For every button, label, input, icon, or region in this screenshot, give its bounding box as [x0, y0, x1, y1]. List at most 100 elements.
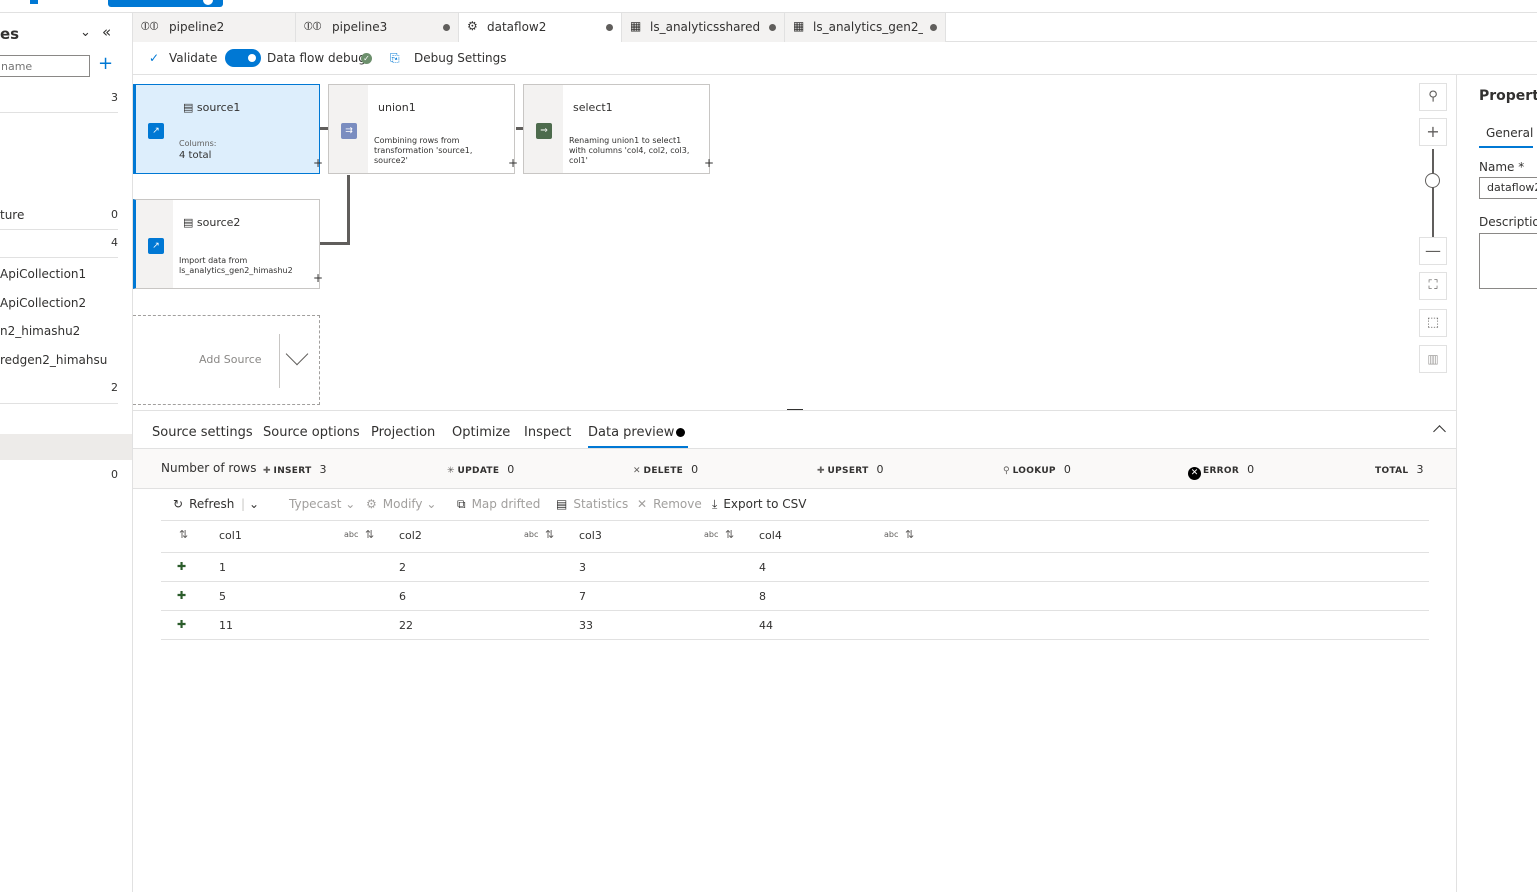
- add-transform-icon[interactable]: +: [508, 156, 518, 170]
- name-label: Name *: [1479, 160, 1525, 174]
- tab-source-options[interactable]: Source options: [263, 425, 360, 440]
- tab-general[interactable]: General: [1486, 126, 1533, 140]
- tab-linked-service-shared[interactable]: ▦ ls_analyticssharedg...: [622, 13, 785, 42]
- resource-group-row[interactable]: ture 0: [0, 208, 120, 230]
- add-source-box[interactable]: Add Source: [133, 315, 320, 405]
- insert-row-icon: ✚: [177, 618, 187, 631]
- tab-inspect[interactable]: Inspect: [524, 425, 571, 440]
- tab-optimize[interactable]: Optimize: [452, 425, 510, 440]
- zoom-slider-track[interactable]: [1432, 149, 1434, 239]
- tab-projection[interactable]: Projection: [371, 425, 435, 440]
- zoom-slider-handle[interactable]: [1425, 173, 1440, 188]
- download-icon: ⤓: [712, 497, 718, 511]
- search-icon[interactable]: ⚲: [1419, 83, 1447, 111]
- resource-group-row[interactable]: 0: [0, 468, 120, 490]
- name-field[interactable]: dataflow2: [1479, 177, 1537, 199]
- table-row: ✚ 5 6 7 8: [161, 582, 1429, 611]
- sort-icon[interactable]: ⇅: [725, 528, 734, 541]
- add-transform-icon[interactable]: +: [313, 156, 323, 170]
- connector: [320, 242, 350, 245]
- source2-handle[interactable]: ↗: [133, 199, 173, 289]
- panel-title: es: [0, 25, 20, 43]
- tab-pipeline3[interactable]: ⦶⦶ pipeline3: [296, 13, 459, 42]
- statistics-button[interactable]: ▤ Statistics: [556, 497, 628, 511]
- column-header[interactable]: col4: [759, 529, 782, 542]
- select1-node[interactable]: ⇒ select1 Renaming union1 to select1 wit…: [523, 84, 714, 174]
- debug-toggle[interactable]: [225, 49, 261, 67]
- unsaved-dot: [769, 24, 776, 31]
- column-header[interactable]: col1: [219, 529, 242, 542]
- column-header[interactable]: col2: [399, 529, 422, 542]
- source1-handle[interactable]: ↗: [133, 84, 173, 174]
- add-transform-icon[interactable]: +: [704, 156, 714, 170]
- export-csv-button[interactable]: ⤓ Export to CSV: [712, 497, 806, 512]
- source2-node[interactable]: ↗ ▤ source2 Import data from ls_analytic…: [133, 199, 323, 289]
- chevron-down-icon[interactable]: ⌄: [80, 25, 91, 40]
- tab-source-settings[interactable]: Source settings: [152, 425, 253, 440]
- sort-icon[interactable]: ⇅: [179, 528, 188, 541]
- resource-group-row[interactable]: 2: [0, 381, 120, 403]
- dataflow-toolbar: ✓ Validate Data flow debug ✓ ⎘ Debug Set…: [133, 42, 1537, 75]
- sort-icon[interactable]: ⇅: [365, 528, 374, 541]
- status-dot: [676, 428, 685, 437]
- pipeline-icon: ⦶⦶: [304, 19, 322, 33]
- data-preview-toolbar: ↻ Refresh | ⌄ Typecast ⌄ ⚙ Modify ⌄ ⧉ Map d…: [161, 491, 1429, 521]
- collapse-panel-icon[interactable]: «: [102, 23, 111, 41]
- resource-item[interactable]: ApiCollection1: [0, 267, 120, 289]
- node-name: union1: [378, 101, 416, 114]
- zoom-out-icon[interactable]: —: [1419, 237, 1447, 265]
- check-icon: ✓: [149, 51, 160, 65]
- map-drifted-button[interactable]: ⧉ Map drifted: [457, 497, 540, 512]
- add-transform-icon[interactable]: +: [313, 271, 323, 285]
- remove-button[interactable]: ✕ Remove: [637, 497, 702, 511]
- sort-icon[interactable]: ⇅: [905, 528, 914, 541]
- tab-data-preview[interactable]: Data preview: [588, 425, 674, 440]
- select-area-icon[interactable]: ⬚: [1419, 309, 1447, 337]
- add-resource-icon[interactable]: +: [98, 53, 113, 74]
- lookup-stat: ⚲ LOOKUP 0: [1003, 463, 1071, 476]
- chevron-up-icon[interactable]: [1433, 425, 1446, 438]
- dataflow-icon: ⚙: [467, 19, 478, 33]
- validate-button[interactable]: Validate: [169, 51, 217, 65]
- dataset-icon: ▤: [183, 216, 194, 229]
- fit-to-screen-icon[interactable]: ⛶: [1419, 272, 1447, 300]
- resource-item[interactable]: ApiCollection2: [0, 296, 120, 318]
- typecast-button[interactable]: Typecast ⌄: [289, 497, 355, 511]
- zoom-in-icon[interactable]: +: [1419, 118, 1447, 146]
- upsert-stat: ✚ UPSERT 0: [817, 463, 884, 476]
- divider: [0, 229, 118, 230]
- top-strip: [0, 0, 1537, 13]
- tab-linked-service-gen2[interactable]: ▦ ls_analytics_gen2_h...: [785, 13, 946, 42]
- tab-dataflow2[interactable]: ⚙ dataflow2: [459, 13, 622, 42]
- column-header[interactable]: col3: [579, 529, 602, 542]
- filter-resources-input[interactable]: [0, 55, 90, 77]
- close-icon: ✕: [637, 497, 648, 511]
- tab-pipeline2[interactable]: ⦶⦶ pipeline2: [133, 13, 296, 42]
- resource-item[interactable]: redgen2_himahsu: [0, 353, 120, 375]
- chevron-down-icon[interactable]: [285, 342, 309, 366]
- properties-title: Properties: [1479, 88, 1537, 104]
- sort-icon[interactable]: ⇅: [545, 528, 554, 541]
- chevron-down-icon[interactable]: ⌄: [249, 497, 259, 511]
- resource-item[interactable]: n2_himashu2: [0, 324, 120, 346]
- union1-node[interactable]: ⇉ union1 Combining rows from transformat…: [328, 84, 518, 174]
- table-icon: ▦: [630, 19, 642, 33]
- refresh-button[interactable]: ↻ Refresh: [173, 497, 234, 511]
- source1-node[interactable]: ↗ ▤ source1 Columns: 4 total +: [133, 84, 323, 174]
- select-icon: ⇒: [536, 123, 552, 139]
- divider: [0, 112, 118, 113]
- resource-group-row[interactable]: 4: [0, 236, 120, 258]
- dataflow-canvas[interactable]: ↗ ▤ source1 Columns: 4 total + ⇉ union1 …: [133, 75, 1456, 411]
- union1-handle[interactable]: ⇉: [328, 84, 368, 174]
- top-blue-button[interactable]: [108, 0, 223, 7]
- row-stats-bar: Number of rows ✚ INSERT 3 ✳ UPDATE 0 ✕ DELETE…: [133, 448, 1456, 489]
- resource-group-row[interactable]: 3: [0, 91, 120, 113]
- selected-resource-row[interactable]: [0, 434, 132, 460]
- node-name: select1: [573, 101, 613, 114]
- select1-handle[interactable]: ⇒: [523, 84, 563, 174]
- description-field[interactable]: [1479, 233, 1537, 289]
- modify-button[interactable]: ⚙ Modify ⌄: [366, 497, 436, 511]
- chart-icon[interactable]: ▥: [1419, 345, 1447, 373]
- debug-settings-button[interactable]: Debug Settings: [414, 51, 507, 65]
- refresh-icon: ↻: [173, 497, 184, 511]
